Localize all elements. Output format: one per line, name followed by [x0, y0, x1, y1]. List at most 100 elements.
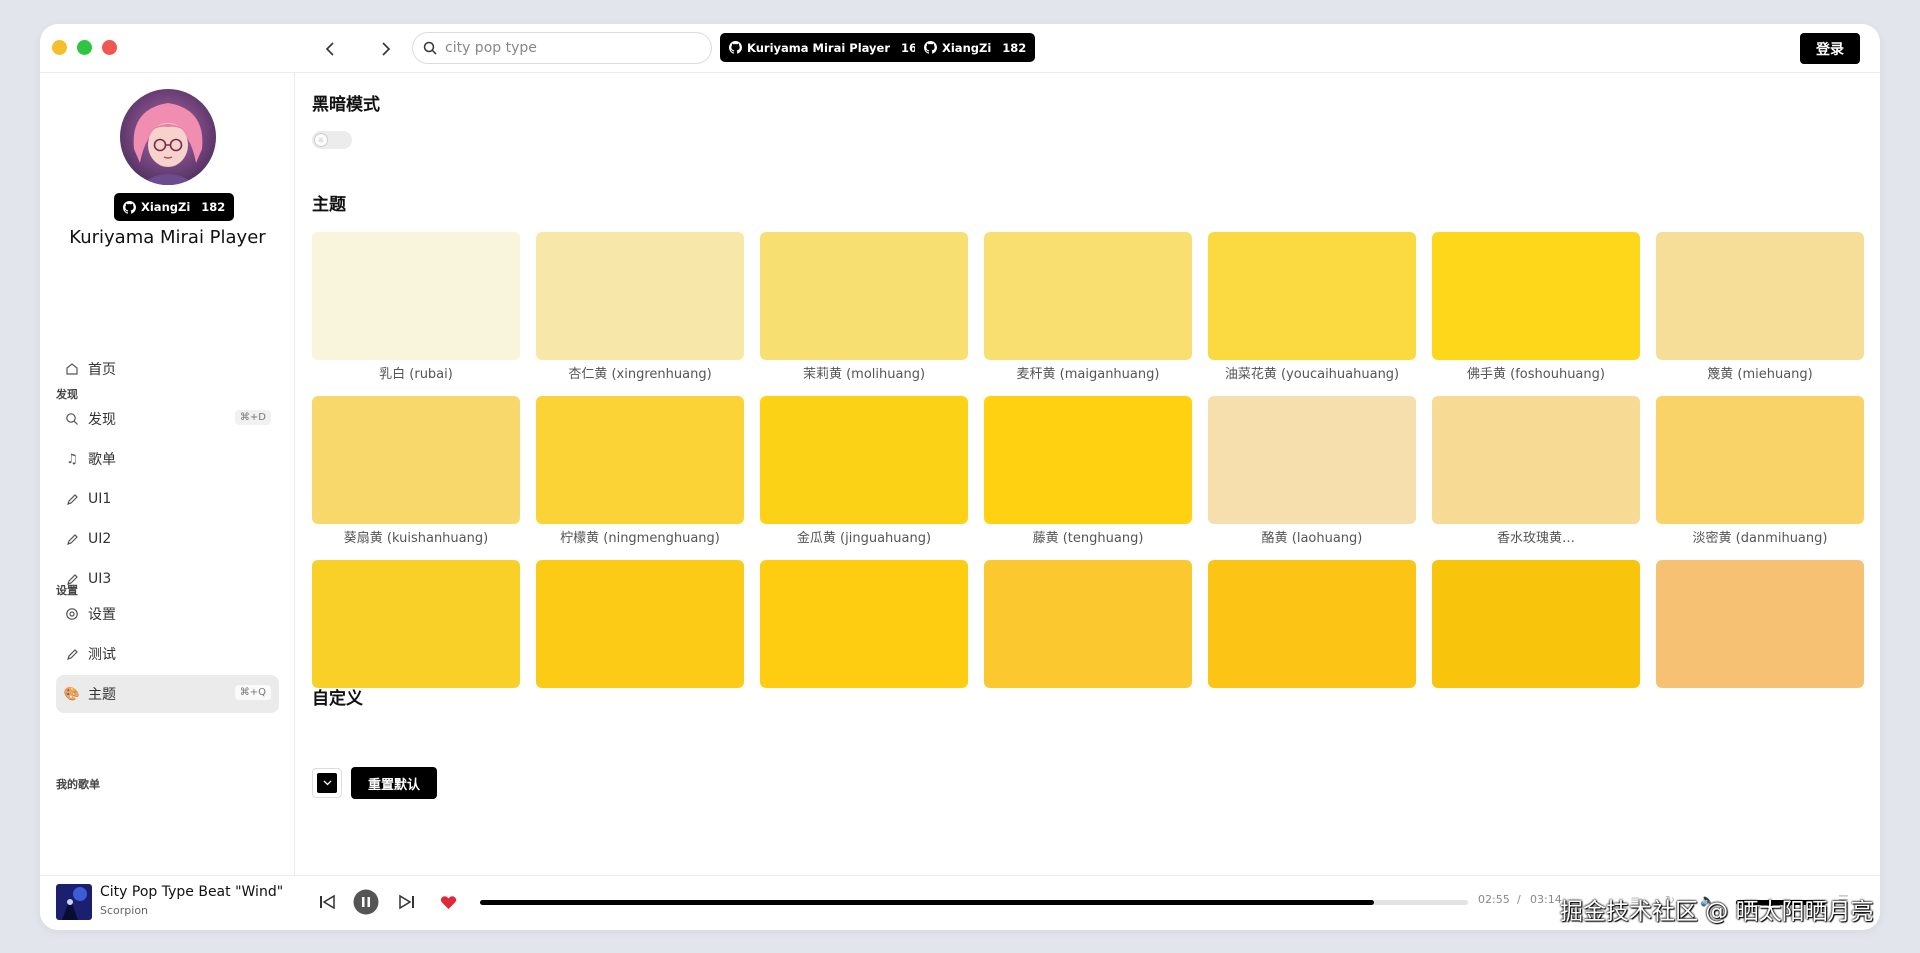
theme-label: 藤黄 (tenghuang): [1032, 531, 1144, 546]
theme-label: 佛手黄 (foshouhuang): [1467, 367, 1605, 382]
like-button[interactable]: [438, 889, 458, 915]
sidebar-item-label: 歌单: [88, 452, 116, 468]
avatar[interactable]: [120, 89, 216, 185]
theme-swatch-item[interactable]: [312, 560, 520, 691]
theme-color-swatch: [984, 232, 1192, 360]
progress-fill: [480, 900, 1375, 905]
sidebar-item-settings[interactable]: 设置: [56, 595, 279, 633]
section-label-my-playlists: 我的歌单: [56, 778, 100, 791]
theme-color-swatch: [1208, 560, 1416, 688]
theme-swatch-item[interactable]: 乳白 (rubai): [312, 232, 520, 382]
next-track-button[interactable]: [395, 889, 417, 915]
search-box[interactable]: [412, 32, 712, 64]
theme-swatch-item[interactable]: 篾黄 (miehuang): [1656, 232, 1864, 382]
progress-bar[interactable]: [480, 900, 1468, 905]
time-separator: /: [1517, 893, 1521, 906]
theme-label: 酪黄 (laohuang): [1261, 531, 1363, 546]
back-button[interactable]: [318, 37, 342, 61]
theme-swatch-item[interactable]: 藤黄 (tenghuang): [984, 396, 1192, 546]
main-content: 黑暗模式 ☼ 主题 乳白 (rubai) 杏仁黄 (xingrenhuang) 茉莉…: [296, 73, 1880, 875]
gear-icon: [64, 606, 80, 622]
sidebar-item-label: 设置: [88, 607, 116, 623]
theme-swatch-item[interactable]: 油菜花黄 (youcaihuahuang): [1208, 232, 1416, 382]
theme-color-swatch: [1432, 232, 1640, 360]
custom-color-picker[interactable]: [312, 768, 342, 798]
title-bar: Kuriyama Mirai Player 165 XiangZi 182 登录: [40, 24, 1880, 73]
sidebar: XiangZi 182 Kuriyama Mirai Player 首页 发现 …: [40, 73, 295, 875]
sidebar-item-discover[interactable]: 发现 ⌘+D: [56, 400, 279, 438]
theme-color-swatch: [1432, 560, 1640, 688]
close-window-button[interactable]: [102, 40, 117, 55]
theme-color-swatch: [536, 396, 744, 524]
sidebar-item-ui3[interactable]: UI3: [56, 560, 279, 598]
theme-swatch-item[interactable]: 柠檬黄 (ningmenghuang): [536, 396, 744, 546]
chevron-left-icon: [325, 42, 334, 56]
heart-icon: [440, 895, 456, 909]
user-badge-count: 182: [1002, 40, 1027, 55]
shortcut-hint: ⌘+Q: [234, 685, 271, 700]
user-follow-badge[interactable]: XiangZi 182: [915, 33, 1036, 62]
total-time: 03:14: [1530, 893, 1562, 906]
theme-swatch-item[interactable]: 淡密黄 (danmihuang): [1656, 396, 1864, 546]
theme-swatch-item[interactable]: 茉莉黄 (molihuang): [760, 232, 968, 382]
theme-swatch-item[interactable]: 酪黄 (laohuang): [1208, 396, 1416, 546]
theme-label: 香水玫瑰黄…: [1496, 531, 1575, 546]
theme-color-swatch: [760, 560, 968, 688]
sidebar-item-theme[interactable]: 🎨 主题 ⌘+Q: [56, 675, 279, 713]
app-window: Kuriyama Mirai Player 165 XiangZi 182 登录: [40, 24, 1880, 930]
theme-color-swatch: [1656, 560, 1864, 688]
pause-button[interactable]: [353, 889, 379, 915]
sidebar-badge-label: XiangZi: [141, 200, 191, 214]
sidebar-item-home[interactable]: 首页: [56, 350, 279, 388]
sidebar-badge-count: 182: [201, 200, 226, 214]
theme-swatch-item[interactable]: 佛手黄 (foshouhuang): [1432, 232, 1640, 382]
search-icon: [64, 411, 80, 427]
login-button[interactable]: 登录: [1800, 33, 1860, 64]
theme-swatch-item[interactable]: [760, 560, 968, 691]
forward-button[interactable]: [374, 37, 398, 61]
search-input[interactable]: [445, 40, 685, 56]
album-cover[interactable]: [56, 884, 92, 920]
theme-color-swatch: [760, 396, 968, 524]
dark-mode-toggle[interactable]: ☼: [312, 131, 352, 149]
sidebar-item-test[interactable]: 测试: [56, 635, 279, 673]
repo-star-badge[interactable]: Kuriyama Mirai Player 165: [720, 33, 935, 62]
theme-swatch-item[interactable]: 金瓜黄 (jinguahuang): [760, 396, 968, 546]
app-name: Kuriyama Mirai Player: [69, 227, 266, 248]
sidebar-item-label: UI2: [88, 531, 112, 547]
github-icon: [123, 200, 136, 214]
album-cover-image: [56, 884, 92, 920]
theme-label: 茉莉黄 (molihuang): [802, 367, 926, 382]
sidebar-item-ui2[interactable]: UI2: [56, 520, 279, 558]
theme-color-swatch: [984, 396, 1192, 524]
theme-swatch-item[interactable]: 麦秆黄 (maiganhuang): [984, 232, 1192, 382]
theme-color-swatch: [312, 396, 520, 524]
theme-color-swatch: [312, 560, 520, 688]
song-artist[interactable]: Scorpion: [100, 904, 148, 917]
theme-swatch-item[interactable]: 葵扇黄 (kuishanhuang): [312, 396, 520, 546]
pencil-icon: [64, 491, 80, 507]
maximize-window-button[interactable]: [77, 40, 92, 55]
repo-badge-label: Kuriyama Mirai Player: [747, 40, 891, 55]
sidebar-github-badge[interactable]: XiangZi 182: [114, 193, 235, 221]
reset-default-button[interactable]: 重置默认: [351, 767, 438, 799]
theme-swatch-item[interactable]: 杏仁黄 (xingrenhuang): [536, 232, 744, 382]
theme-label: 乳白 (rubai): [379, 367, 453, 382]
sidebar-item-playlist[interactable]: ♫ 歌单: [56, 440, 279, 478]
sidebar-item-label: 首页: [88, 362, 116, 378]
theme-swatch-item[interactable]: [1656, 560, 1864, 691]
theme-color-swatch: [760, 232, 968, 360]
theme-swatch-item[interactable]: [1208, 560, 1416, 691]
previous-track-button[interactable]: [317, 889, 339, 915]
theme-swatch-item[interactable]: [536, 560, 744, 691]
sun-icon: ☼: [314, 133, 328, 147]
minimize-window-button[interactable]: [52, 40, 67, 55]
theme-swatch-item[interactable]: [1432, 560, 1640, 691]
custom-title: 自定义: [312, 689, 363, 709]
sidebar-item-ui1[interactable]: UI1: [56, 480, 279, 518]
theme-swatch-item[interactable]: 香水玫瑰黄…: [1432, 396, 1640, 546]
theme-swatch-item[interactable]: [984, 560, 1192, 691]
theme-color-swatch: [984, 560, 1192, 688]
theme-color-swatch: [536, 232, 744, 360]
pencil-icon: [64, 646, 80, 662]
